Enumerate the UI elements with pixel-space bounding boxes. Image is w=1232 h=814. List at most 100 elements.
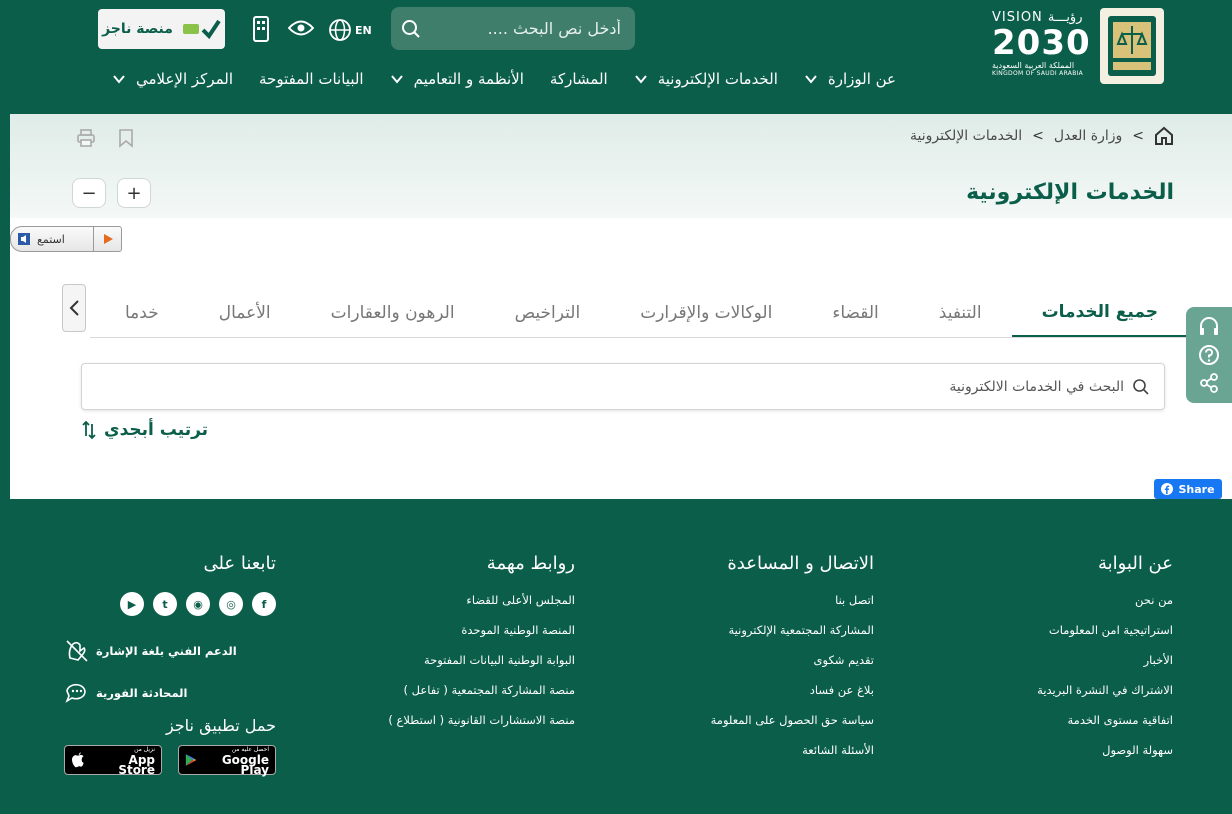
sort-alphabetical-button[interactable]: ترتيب أبجدي (82, 420, 208, 440)
play-icon[interactable] (93, 227, 121, 251)
ministry-logo[interactable] (1100, 8, 1164, 84)
service-search[interactable] (81, 363, 1165, 410)
tab-business[interactable]: الأعمال (189, 288, 301, 337)
nav-item-open-data[interactable]: البيانات المفتوحة (259, 70, 364, 88)
facebook-icon[interactable]: f (252, 592, 276, 616)
search-icon[interactable] (401, 17, 421, 41)
footer-link[interactable]: الأسئلة الشائعة (711, 742, 874, 772)
google-play-badge[interactable]: احصل عليه من Google Play (178, 745, 276, 776)
najiz-platform-button[interactable]: منصة ناجز (98, 9, 225, 49)
sign-language-icon (66, 640, 88, 662)
zoom-out-button[interactable]: − (72, 178, 106, 208)
tab-power-of-attorney[interactable]: الوكالات والإقرارت (610, 288, 802, 337)
footer-link[interactable]: المجلس الأعلى للقضاء (388, 592, 575, 622)
footer-link[interactable]: من نحن (1037, 592, 1173, 622)
najiz-label: منصة ناجز (102, 21, 173, 37)
nav-item-about[interactable]: عن الوزارة (804, 70, 896, 88)
eye-icon (288, 20, 314, 36)
breadcrumb-separator: > (1132, 128, 1144, 144)
footer-link[interactable]: الأخبار (1037, 652, 1173, 682)
mobile-app-button[interactable] (249, 14, 273, 44)
app-store-badge[interactable]: نزيل من App Store (64, 745, 162, 776)
footer-important-links-column: روابط مهمة المجلس الأعلى للقضاء المنصة ا… (388, 553, 575, 742)
breadcrumb-ministry[interactable]: وزارة العدل (1054, 128, 1122, 144)
nav-item-participation[interactable]: المشاركة (550, 70, 608, 88)
footer-link[interactable]: البوابة الوطنية البيانات المفتوحة (388, 652, 575, 682)
language-switch[interactable]: EN (328, 15, 374, 45)
mobile-icon (253, 16, 269, 42)
printer-icon (77, 129, 95, 147)
accessibility-eye-button[interactable] (287, 14, 315, 42)
help-icon[interactable] (1198, 344, 1220, 366)
footer-link[interactable]: بلاغ عن فساد (711, 682, 874, 712)
tab-judiciary[interactable]: القضاء (802, 288, 908, 337)
header-search-input[interactable] (421, 19, 621, 38)
footer-link[interactable]: منصة المشاركة المجتمعية ( تفاعل ) (388, 682, 576, 712)
footer-link[interactable]: سياسة حق الحصول على المعلومة (711, 712, 874, 742)
snapchat-icon[interactable]: ◉ (186, 592, 210, 616)
chevron-down-icon (805, 75, 817, 84)
sign-language-support-link[interactable]: الدعم الفني بلغة الإشارة (64, 630, 276, 672)
tab-all-services[interactable]: جميع الخدمات (1011, 288, 1188, 337)
site-header: VISION رؤيـــة 2030 المملكة العربية السع… (0, 0, 1232, 114)
footer-link[interactable]: المشاركة المجتمعية الإلكترونية (711, 622, 874, 652)
service-search-input[interactable] (96, 378, 1124, 395)
social-links: ▶ t ◉ ◎ f (64, 592, 276, 616)
footer-link[interactable]: الاشتراك في النشرة البريدية (1037, 682, 1173, 712)
footer-portal-column: عن البوابة من نحن استراتيجية امن المعلوم… (1037, 553, 1173, 772)
tab-licenses[interactable]: التراخيص (485, 288, 611, 337)
footer-link[interactable]: اتفاقية مستوى الخدمة (1037, 712, 1173, 742)
live-chat-link[interactable]: المحادثة الفورية (64, 672, 276, 714)
page-header-band: > وزارة العدل > الخدمات الإلكترونية الخد… (10, 114, 1232, 218)
home-icon[interactable] (1154, 126, 1174, 146)
footer-follow-title: تابعنا على (203, 553, 276, 574)
speaker-icon (18, 233, 30, 245)
vision-2030-logo: VISION رؤيـــة 2030 المملكة العربية السع… (992, 10, 1091, 77)
tab-more-services[interactable]: خدما (95, 288, 189, 337)
bookmark-button[interactable] (114, 128, 134, 150)
footer-links-title: روابط مهمة (486, 553, 575, 574)
footer-link[interactable]: تقديم شكوى (711, 652, 875, 682)
chevron-down-icon (390, 75, 403, 84)
footer-follow-column: تابعنا على ▶ t ◉ ◎ f الدعم الفني بلغة ال… (64, 553, 276, 776)
site-footer: عن البوابة من نحن استراتيجية امن المعلوم… (0, 499, 1232, 814)
search-icon (1133, 378, 1149, 395)
google-play-icon (185, 754, 196, 766)
youtube-icon[interactable]: ▶ (120, 592, 144, 616)
header-search[interactable] (391, 7, 635, 50)
share-icon[interactable] (1198, 372, 1220, 394)
facebook-share-button[interactable]: Share (1154, 479, 1222, 499)
nav-item-eservices[interactable]: الخدمات الإلكترونية (634, 70, 778, 88)
zoom-in-button[interactable]: + (117, 178, 151, 208)
chevron-down-icon (113, 75, 125, 84)
footer-contact-column: الاتصال و المساعدة اتصل بنا المشاركة الم… (711, 553, 874, 772)
language-label: EN (355, 23, 372, 37)
footer-contact-title: الاتصال و المساعدة (727, 553, 874, 574)
footer-link[interactable]: استراتيجية امن المعلومات (1037, 622, 1173, 652)
twitter-icon[interactable]: t (153, 592, 177, 616)
footer-link[interactable]: اتصل بنا (711, 592, 874, 622)
apple-icon (71, 752, 84, 768)
footer-portal-title: عن البوابة (1097, 553, 1173, 574)
nav-item-regulations[interactable]: الأنظمة و التعاميم (390, 70, 524, 88)
chevron-down-icon (634, 75, 647, 84)
listen-label: استمع (37, 232, 65, 246)
instagram-icon[interactable]: ◎ (219, 592, 243, 616)
headset-icon[interactable] (1198, 316, 1220, 338)
print-button[interactable] (74, 128, 96, 150)
breadcrumb-separator: > (1032, 128, 1044, 144)
footer-link[interactable]: المنصة الوطنية الموحدة (388, 622, 575, 652)
globe-icon (329, 19, 351, 41)
nav-item-media-center[interactable]: المركز الإعلامي (112, 70, 233, 88)
tabs-scroll-left-button[interactable] (62, 284, 86, 332)
footer-link[interactable]: منصة الاستشارات القانونية ( استطلاع ) (388, 712, 575, 742)
tab-mortgages-real-estate[interactable]: الرهون والعقارات (301, 288, 485, 337)
tab-execution[interactable]: التنفيذ (909, 288, 1012, 337)
facebook-icon (1161, 483, 1174, 495)
bookmark-icon (119, 129, 133, 148)
listen-button[interactable]: استمع (10, 226, 122, 252)
footer-link[interactable]: سهولة الوصول (1037, 742, 1173, 772)
main-nav: عن الوزارة الخدمات الإلكترونية المشاركة … (112, 64, 896, 94)
breadcrumb-eservices: الخدمات الإلكترونية (909, 128, 1023, 144)
side-help-widget (1186, 307, 1232, 403)
